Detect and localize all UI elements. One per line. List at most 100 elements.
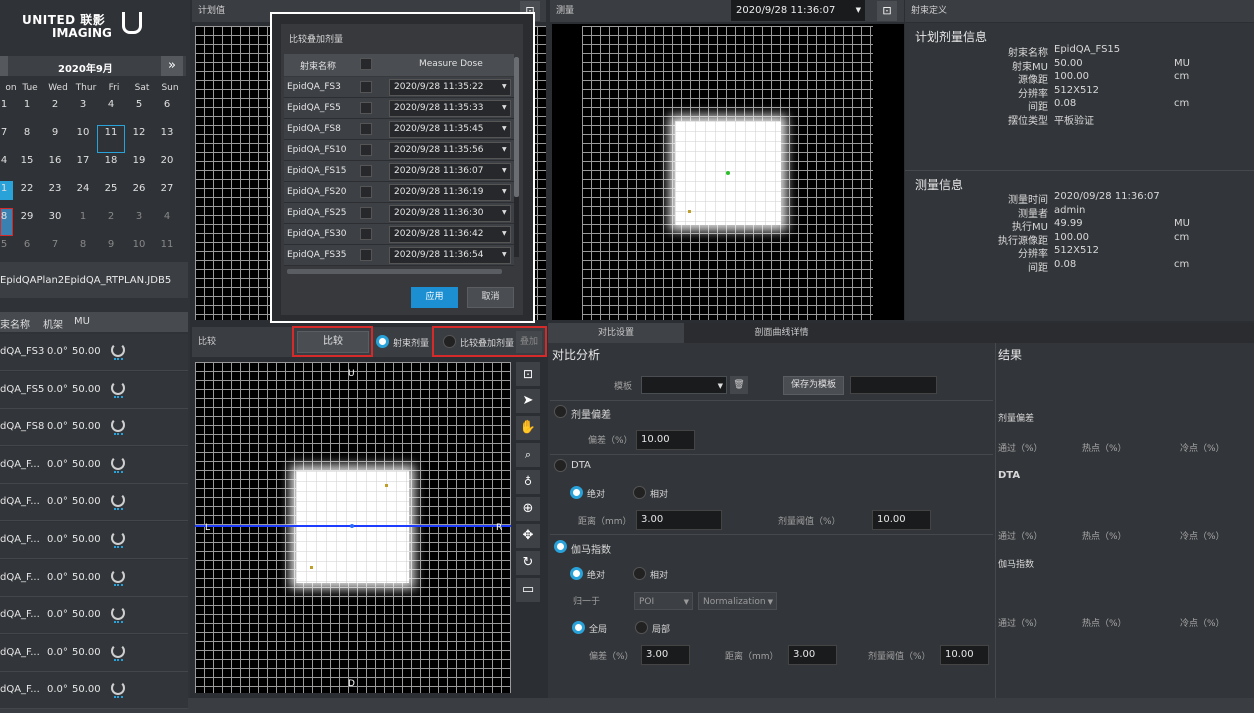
pointer-tool[interactable]: ➤: [516, 389, 540, 413]
chevron-down-icon: ▼: [502, 188, 507, 195]
gamma-radio[interactable]: [554, 540, 567, 553]
status-dots-icon: [114, 583, 123, 587]
calendar-day[interactable]: 2: [41, 99, 69, 110]
calendar-day[interactable]: 8: [13, 127, 41, 138]
tab-compare-settings[interactable]: 对比设置: [548, 323, 684, 343]
calendar-day[interactable]: 27: [153, 183, 181, 194]
calendar-day[interactable]: 16: [41, 155, 69, 166]
tab-profile-details[interactable]: 剖面曲线详情: [684, 323, 879, 343]
status-dots-icon: [114, 395, 123, 399]
result-section-title: DTA: [998, 470, 1021, 481]
template-name-input[interactable]: [850, 376, 937, 394]
reset-tool[interactable]: ↻: [516, 551, 540, 575]
calendar-day[interactable]: 4: [153, 211, 181, 222]
pan-hand-tool[interactable]: ✋: [516, 416, 540, 440]
delete-template-button[interactable]: 🗑: [730, 376, 748, 394]
calendar-day[interactable]: 1: [13, 99, 41, 110]
calendar-day[interactable]: 30: [41, 211, 69, 222]
dta-thresh-input[interactable]: 10.00: [872, 510, 931, 530]
beam-gantry: 0.0°: [47, 571, 68, 583]
move-tool[interactable]: ✥: [516, 524, 540, 548]
dialog-vscrollbar[interactable]: [514, 57, 519, 257]
dta-abs-radio[interactable]: [570, 486, 583, 499]
dialog-hscrollbar[interactable]: [287, 269, 502, 274]
calendar-day[interactable]: 29: [13, 211, 41, 222]
gamma-global-radio[interactable]: [572, 621, 585, 634]
compare-button[interactable]: 比较: [297, 331, 369, 353]
dta-dist-input[interactable]: 3.00: [636, 510, 722, 530]
calendar-day[interactable]: 12: [125, 127, 153, 138]
measure-fit-button[interactable]: ⊡: [877, 1, 897, 21]
dialog-row-checkbox[interactable]: [360, 123, 372, 135]
calendar-day[interactable]: 22: [13, 183, 41, 194]
dialog-row-name: EpidQA_FS10: [287, 145, 347, 155]
zoom-tool[interactable]: ⌕: [516, 443, 540, 467]
plan-file-name[interactable]: EpidQAPlan2EpidQA_RTPLAN.JDB5: [0, 275, 171, 286]
gamma-dist-input[interactable]: 3.00: [788, 645, 837, 665]
overlay-button[interactable]: 叠加: [516, 331, 542, 353]
dialog-cancel-button[interactable]: 取消: [467, 287, 514, 308]
calendar-day[interactable]: 24: [69, 183, 97, 194]
gamma-norm-select-1[interactable]: POI ▼: [634, 592, 693, 610]
calendar-day[interactable]: 11: [97, 127, 125, 138]
compare-poi-marker-2: [310, 566, 313, 569]
calendar-day[interactable]: 11: [153, 239, 181, 250]
dialog-row-checkbox[interactable]: [360, 102, 372, 114]
dialog-apply-button[interactable]: 应用: [411, 287, 458, 308]
ruler-tool[interactable]: ▭: [516, 578, 540, 602]
overlay-dose-radio[interactable]: [443, 335, 456, 348]
window-level-tool[interactable]: ♁: [516, 470, 540, 494]
dta-radio[interactable]: [554, 459, 567, 472]
fit-window-tool[interactable]: ⊡: [516, 362, 540, 386]
dialog-col-dose: Measure Dose: [419, 59, 483, 69]
crosshair-tool[interactable]: ⊕: [516, 497, 540, 521]
calendar-day[interactable]: 9: [97, 239, 125, 250]
calendar-day[interactable]: 1: [69, 211, 97, 222]
calendar-day[interactable]: 4: [97, 99, 125, 110]
gamma-rel-radio[interactable]: [633, 567, 646, 580]
dta-rel-radio[interactable]: [633, 486, 646, 499]
dialog-select-all-checkbox[interactable]: [360, 58, 372, 70]
calendar-day[interactable]: 18: [97, 155, 125, 166]
calendar-day[interactable]: 3: [69, 99, 97, 110]
dose-dev-tol-input[interactable]: 10.00: [636, 430, 695, 450]
calendar-day[interactable]: 10: [69, 127, 97, 138]
dialog-row-checkbox[interactable]: [360, 207, 372, 219]
gamma-dev-input[interactable]: 3.00: [641, 645, 690, 665]
calendar-day[interactable]: 17: [69, 155, 97, 166]
template-select[interactable]: ▼: [641, 376, 727, 394]
calendar-next-button[interactable]: »: [161, 56, 183, 76]
dialog-row-checkbox[interactable]: [360, 249, 372, 261]
dialog-row-checkbox[interactable]: [360, 228, 372, 240]
calendar-day[interactable]: 20: [153, 155, 181, 166]
calendar-day[interactable]: 10: [125, 239, 153, 250]
calendar-day[interactable]: 26: [125, 183, 153, 194]
calendar-day[interactable]: 3: [125, 211, 153, 222]
calendar-day[interactable]: 13: [153, 127, 181, 138]
calendar-day[interactable]: 6: [13, 239, 41, 250]
calendar-day[interactable]: 9: [41, 127, 69, 138]
calendar-day[interactable]: 6: [153, 99, 181, 110]
calendar-day[interactable]: 25: [97, 183, 125, 194]
calendar-prev-button[interactable]: [0, 56, 8, 76]
gamma-norm-select-2[interactable]: Normalization ▼: [698, 592, 777, 610]
calendar-day[interactable]: 15: [13, 155, 41, 166]
beam-dose-radio[interactable]: [376, 335, 389, 348]
gamma-abs-radio[interactable]: [570, 567, 583, 580]
dialog-row-checkbox[interactable]: [360, 165, 372, 177]
save-template-button[interactable]: 保存为模板: [783, 376, 844, 395]
calendar-day[interactable]: 8: [69, 239, 97, 250]
calendar-day[interactable]: 23: [41, 183, 69, 194]
calendar-day[interactable]: 5: [125, 99, 153, 110]
plan_info-value: EpidQA_FS15: [1054, 44, 1121, 55]
dose-dev-radio[interactable]: [554, 405, 567, 418]
gamma-thresh-input[interactable]: 10.00: [940, 645, 989, 665]
calendar-day[interactable]: 7: [41, 239, 69, 250]
dialog-row-checkbox[interactable]: [360, 144, 372, 156]
calendar-day[interactable]: 19: [125, 155, 153, 166]
dialog-row-checkbox[interactable]: [360, 81, 372, 93]
gamma-local-radio[interactable]: [635, 621, 648, 634]
measure-datetime-select[interactable]: 2020/9/28 11:36:07 ▼: [731, 0, 865, 21]
dialog-row-checkbox[interactable]: [360, 186, 372, 198]
calendar-day[interactable]: 2: [97, 211, 125, 222]
